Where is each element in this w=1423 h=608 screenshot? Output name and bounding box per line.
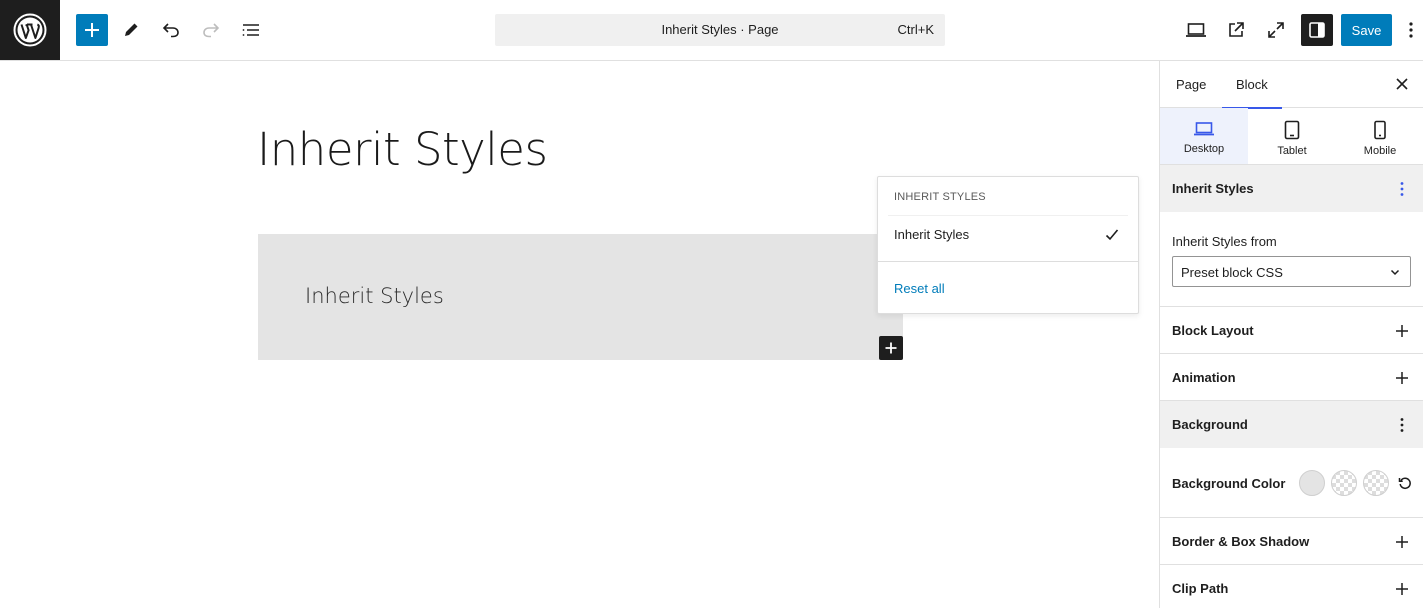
block-text[interactable]: Inherit Styles: [305, 284, 444, 308]
inherit-styles-panel-body: Inherit Styles from Preset block CSS: [1160, 212, 1423, 307]
external-link-icon: [1229, 22, 1244, 37]
device-label: Desktop: [1183, 143, 1225, 155]
device-tablet[interactable]: Tablet: [1248, 108, 1336, 164]
color-swatch-hover[interactable]: [1331, 470, 1357, 496]
reset-all-button[interactable]: Reset all: [894, 281, 945, 296]
panel-title: Clip Path: [1172, 581, 1229, 596]
redo-icon: [203, 23, 220, 38]
more-vertical-icon: [1400, 182, 1404, 196]
plus-icon: [885, 342, 897, 354]
document-overview-button[interactable]: [235, 14, 267, 46]
panel-options-button[interactable]: [1392, 415, 1412, 435]
expand-button[interactable]: [1392, 579, 1412, 599]
dropdown-item-inherit-styles[interactable]: Inherit Styles: [886, 221, 1130, 249]
mobile-icon: [1374, 120, 1386, 140]
chevron-down-icon: [1390, 269, 1400, 276]
panel-animation[interactable]: Animation: [1160, 354, 1423, 401]
more-vertical-icon: [1409, 22, 1413, 38]
settings-sidebar: Page Block Desktop Tablet Mobile Inherit…: [1159, 61, 1423, 608]
plus-icon: [1396, 536, 1408, 548]
panel-inherit-styles[interactable]: Inherit Styles: [1160, 165, 1423, 212]
command-palette-bar[interactable]: Inherit Styles · Page Ctrl+K: [495, 14, 945, 46]
device-label: Mobile: [1363, 145, 1397, 157]
plus-icon: [1396, 325, 1408, 337]
plus-icon: [1396, 372, 1408, 384]
check-icon: [1105, 229, 1119, 241]
tab-block[interactable]: Block: [1222, 61, 1282, 109]
document-title: Inherit Styles · Page: [661, 22, 779, 37]
panel-clip-path[interactable]: Clip Path: [1160, 565, 1423, 608]
panel-title: Inherit Styles: [1172, 181, 1254, 196]
fullscreen-button[interactable]: [1260, 14, 1292, 46]
inherit-styles-from-select[interactable]: Preset block CSS: [1172, 256, 1411, 287]
plus-icon: [85, 23, 99, 37]
page-title[interactable]: Inherit Styles: [257, 123, 548, 176]
editor-toolbar: Inherit Styles · Page Ctrl+K Save: [0, 0, 1423, 61]
dropdown-heading: INHERIT STYLES: [894, 191, 986, 203]
close-icon: [1396, 78, 1408, 90]
device-desktop[interactable]: Desktop: [1160, 108, 1248, 164]
dropdown-item-label: Inherit Styles: [894, 227, 970, 242]
expand-button[interactable]: [1392, 321, 1412, 341]
inherit-styles-from-label: Inherit Styles from: [1172, 234, 1277, 249]
inherit-styles-dropdown: INHERIT STYLES Inherit Styles Reset all: [877, 176, 1139, 314]
background-color-label: Background Color: [1172, 476, 1286, 491]
redo-button[interactable]: [195, 14, 227, 46]
panel-title: Background: [1172, 417, 1248, 432]
plus-icon: [1396, 583, 1408, 595]
undo-icon: [162, 23, 179, 38]
panel-border-box-shadow[interactable]: Border & Box Shadow: [1160, 518, 1423, 565]
background-panel-body: Background Color: [1160, 448, 1423, 518]
inherit-styles-block[interactable]: Inherit Styles: [258, 234, 903, 360]
panel-title: Animation: [1172, 370, 1236, 385]
panel-title: Block Layout: [1172, 323, 1254, 338]
laptop-icon: [1194, 122, 1214, 136]
tab-page[interactable]: Page: [1162, 61, 1220, 108]
color-swatch-default[interactable]: [1299, 470, 1325, 496]
panel-block-layout[interactable]: Block Layout: [1160, 307, 1423, 354]
divider: [878, 261, 1138, 262]
close-sidebar-button[interactable]: [1392, 74, 1412, 94]
list-view-icon: [242, 24, 259, 36]
device-label: Tablet: [1277, 145, 1307, 157]
pencil-icon: [125, 23, 138, 36]
panel-background[interactable]: Background: [1160, 401, 1423, 448]
editor-canvas: Inherit Styles Inherit Styles: [0, 61, 1159, 608]
save-button[interactable]: Save: [1341, 14, 1392, 46]
color-swatch-active[interactable]: [1363, 470, 1389, 496]
fullscreen-icon: [1268, 22, 1284, 38]
device-preview-button[interactable]: [1180, 14, 1212, 46]
select-value: Preset block CSS: [1181, 265, 1283, 280]
device-switcher: Desktop Tablet Mobile: [1160, 108, 1423, 165]
device-mobile[interactable]: Mobile: [1336, 108, 1423, 164]
block-inserter-button[interactable]: [879, 336, 903, 360]
tablet-icon: [1284, 120, 1300, 140]
wordpress-icon: [13, 13, 47, 47]
command-shortcut: Ctrl+K: [897, 22, 934, 37]
options-menu-button[interactable]: [1399, 14, 1423, 46]
expand-button[interactable]: [1392, 532, 1412, 552]
view-page-button[interactable]: [1220, 14, 1252, 46]
edit-tools-button[interactable]: [115, 14, 147, 46]
panel-options-button[interactable]: [1392, 179, 1412, 199]
panel-title: Border & Box Shadow: [1172, 534, 1310, 549]
sidebar-tabs: Page Block: [1160, 61, 1423, 109]
reset-color-button[interactable]: [1397, 475, 1413, 491]
divider: [888, 215, 1128, 216]
undo-button[interactable]: [155, 14, 187, 46]
laptop-icon: [1186, 23, 1206, 37]
expand-button[interactable]: [1392, 368, 1412, 388]
more-vertical-icon: [1400, 418, 1404, 432]
reset-icon: [1398, 477, 1411, 490]
sidebar-icon: [1309, 22, 1325, 38]
wordpress-logo[interactable]: [0, 0, 60, 60]
add-block-button[interactable]: [76, 14, 108, 46]
settings-sidebar-toggle[interactable]: [1301, 14, 1333, 46]
